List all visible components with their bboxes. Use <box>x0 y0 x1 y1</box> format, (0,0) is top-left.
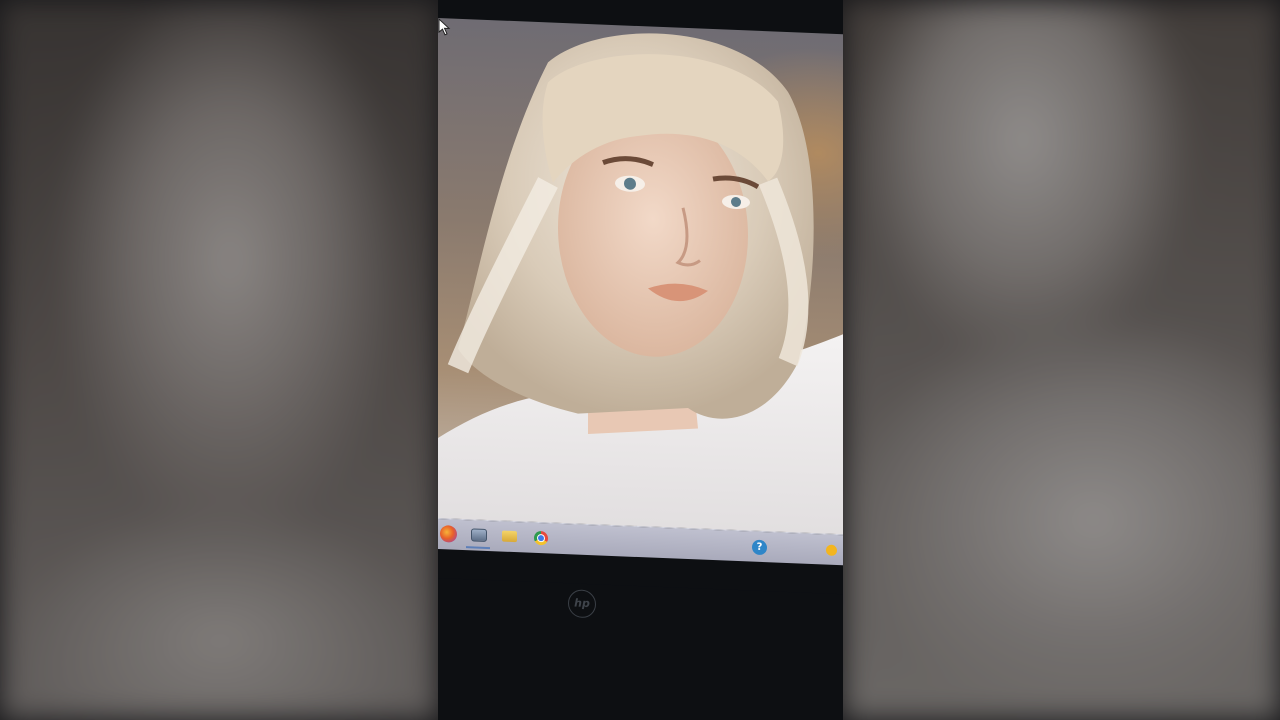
video-stage: ? hp <box>0 0 1280 720</box>
portrait-photo-icon <box>438 33 843 535</box>
help-icon[interactable]: ? <box>752 539 767 556</box>
firefox-icon[interactable] <box>440 525 457 543</box>
notification-dot-icon[interactable] <box>826 544 837 557</box>
monitor-icon[interactable] <box>471 528 487 542</box>
laptop-screen-frame: ? hp <box>438 0 843 720</box>
blurred-backdrop-left <box>0 0 438 720</box>
desktop-wallpaper <box>438 18 843 535</box>
chrome-icon[interactable] <box>534 530 548 546</box>
blurred-backdrop-right <box>843 0 1280 720</box>
file-explorer-icon[interactable] <box>502 530 517 543</box>
active-app-indicator <box>466 546 490 550</box>
arrow-cursor-icon <box>438 18 451 36</box>
laptop-display: ? hp <box>438 18 843 619</box>
hp-logo-icon: hp <box>568 589 596 619</box>
